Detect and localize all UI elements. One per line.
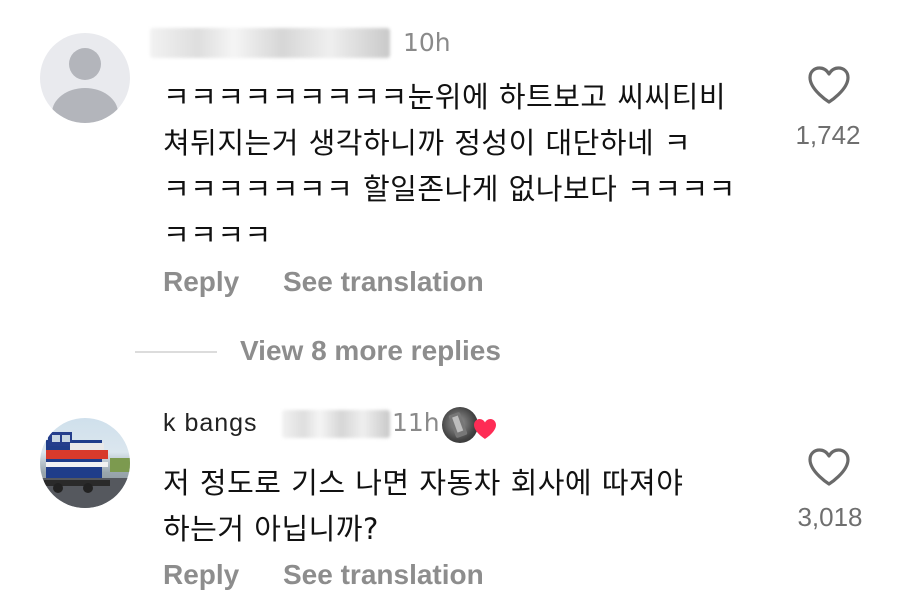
comment-username[interactable]: k bangs [163, 409, 258, 438]
train-photo [40, 432, 130, 508]
heart-outline-icon[interactable] [806, 64, 852, 106]
comment-line: ㅋㅋㅋㅋㅋㅋㅋㅋㅋ눈위에 하트보고 씨씨티비 [163, 80, 727, 114]
like-count: 1,742 [795, 120, 861, 150]
username-redacted [282, 410, 390, 438]
replies-divider [135, 351, 217, 353]
avatar[interactable] [40, 418, 130, 508]
see-translation-button[interactable]: See translation [283, 266, 484, 298]
comment-line: ㅋㅋㅋㅋㅋㅋㅋ 할일존나게 없나보다 ㅋㅋㅋㅋ [163, 172, 736, 206]
avatar-body [52, 88, 118, 123]
comment-body: 저 정도로 기스 나면 자동차 회사에 따져야 하는거 아닙니까? [163, 460, 783, 552]
comment-time: 10h [403, 28, 451, 57]
see-translation-button[interactable]: See translation [283, 559, 484, 591]
comment-line: 쳐뒤지는거 생각하니까 정성이 대단하네 ㅋ [163, 126, 692, 160]
red-heart-icon [472, 417, 498, 445]
comment-line: 저 정도로 기스 나면 자동차 회사에 따져야 [163, 466, 684, 500]
like-count: 3,018 [797, 502, 863, 532]
comment-time: 11h [392, 408, 440, 437]
comment-line: 하는거 아닙니까? [163, 512, 379, 546]
avatar-head [69, 48, 101, 80]
reply-button[interactable]: Reply [163, 266, 239, 298]
comment-line: ㅋㅋㅋㅋ [163, 218, 272, 252]
avatar[interactable] [40, 33, 130, 123]
view-more-replies-button[interactable]: View 8 more replies [240, 335, 501, 367]
username-redacted[interactable] [150, 28, 390, 58]
heart-outline-icon[interactable] [806, 446, 852, 488]
comment-body: ㅋㅋㅋㅋㅋㅋㅋㅋㅋ눈위에 하트보고 씨씨티비 쳐뒤지는거 생각하니까 정성이 대… [163, 74, 783, 258]
reply-button[interactable]: Reply [163, 559, 239, 591]
